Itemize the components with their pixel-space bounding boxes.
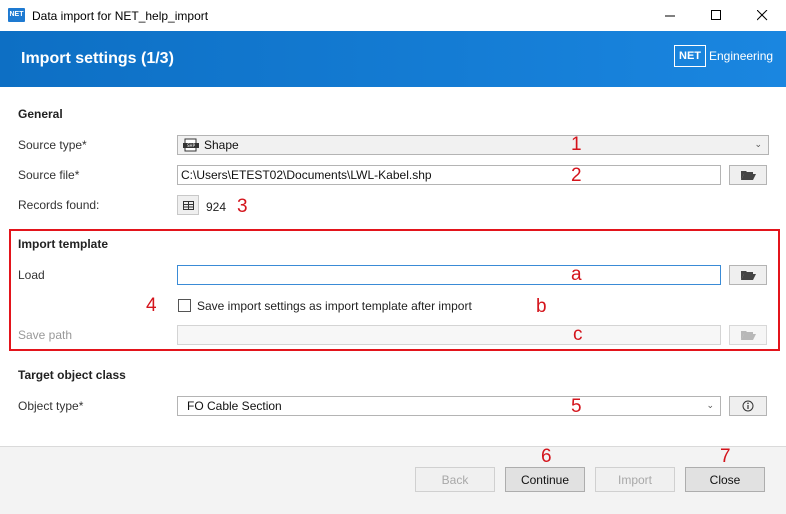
svg-text:SHP: SHP: [187, 143, 196, 148]
close-icon: [756, 10, 767, 21]
table-icon: [182, 200, 194, 210]
source-file-label: Source file*: [18, 168, 80, 182]
annotation-a: a: [571, 264, 582, 285]
import-template-section-title: Import template: [18, 237, 109, 251]
records-table-button[interactable]: [177, 195, 199, 215]
net-logo-box: NET: [674, 45, 706, 67]
app-icon: NET: [8, 8, 25, 22]
maximize-icon: [710, 10, 721, 20]
chevron-down-icon: ⌄: [706, 400, 714, 410]
source-type-value: Shape: [204, 138, 239, 152]
page-title: Import settings (1/3): [21, 50, 174, 67]
object-type-select[interactable]: FO Cable Section ⌄: [177, 396, 721, 416]
source-type-select[interactable]: SHP Shape ⌄: [177, 135, 769, 155]
window-titlebar: NET Data import for NET_help_import: [0, 0, 786, 31]
annotation-6: 6: [541, 446, 552, 467]
minimize-button[interactable]: [647, 0, 693, 31]
back-button[interactable]: Back: [415, 467, 495, 492]
annotation-5: 5: [571, 396, 582, 417]
records-found-label: Records found:: [18, 198, 100, 212]
import-button[interactable]: Import: [595, 467, 675, 492]
minimize-icon: [664, 15, 675, 17]
source-file-input[interactable]: C:\Users\ETEST02\Documents\LWL-Kabel.shp: [177, 165, 721, 185]
records-found-value: 924: [206, 200, 227, 214]
object-type-value: FO Cable Section: [187, 399, 282, 413]
save-path-browse-button[interactable]: [729, 325, 767, 345]
annotation-2: 2: [571, 165, 582, 186]
source-type-label: Source type*: [18, 138, 87, 152]
save-template-checkbox[interactable]: [178, 299, 191, 312]
close-button[interactable]: Close: [685, 467, 765, 492]
save-template-checkbox-label[interactable]: Save import settings as import template …: [197, 299, 472, 313]
load-template-browse-button[interactable]: [729, 265, 767, 285]
target-section-title: Target object class: [18, 368, 126, 382]
object-type-label: Object type*: [18, 399, 84, 413]
continue-button[interactable]: Continue: [505, 467, 585, 492]
folder-open-icon: [741, 171, 756, 180]
window-title: Data import for NET_help_import: [32, 9, 209, 23]
annotation-1: 1: [571, 134, 582, 155]
object-type-info-button[interactable]: [729, 396, 767, 416]
source-file-browse-button[interactable]: [729, 165, 767, 185]
load-label: Load: [18, 268, 45, 282]
annotation-3: 3: [237, 196, 248, 217]
annotation-b: b: [536, 296, 547, 317]
shapefile-icon: SHP: [183, 138, 199, 152]
folder-open-icon: [741, 271, 756, 280]
annotation-c: c: [573, 324, 583, 345]
general-section-title: General: [18, 107, 63, 121]
save-path-input[interactable]: [177, 325, 721, 345]
save-path-label: Save path: [18, 328, 73, 342]
chevron-down-icon: ⌄: [754, 139, 762, 149]
page-header: Import settings (1/3) NET Engineering: [0, 31, 786, 87]
close-window-button[interactable]: [739, 0, 785, 31]
info-icon: [742, 400, 754, 412]
load-template-input[interactable]: [177, 265, 721, 285]
annotation-7: 7: [720, 446, 731, 467]
maximize-button[interactable]: [693, 0, 739, 31]
net-logo-text: Engineering: [709, 49, 774, 63]
folder-open-icon: [741, 331, 756, 340]
annotation-4: 4: [146, 295, 157, 316]
